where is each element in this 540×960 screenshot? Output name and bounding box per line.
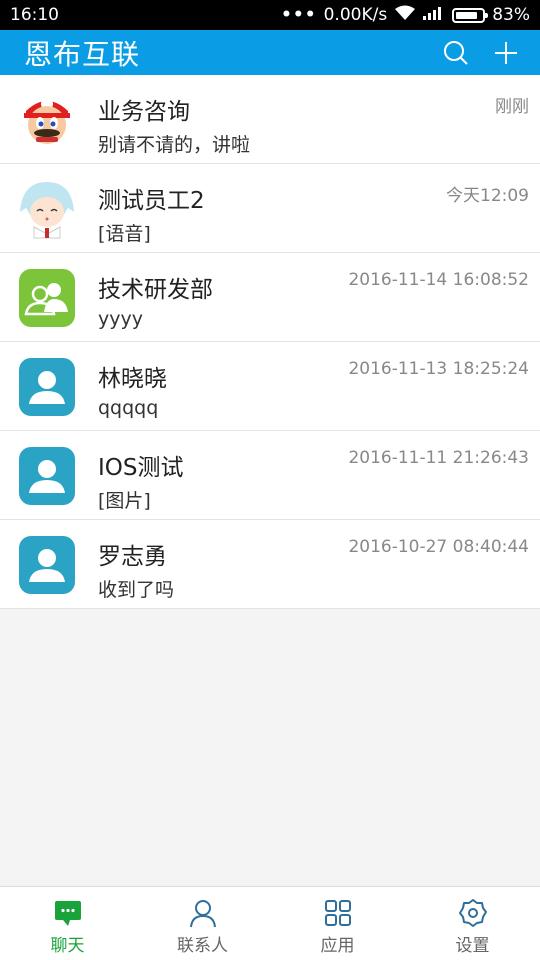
chat-preview: 收到了吗 xyxy=(98,579,175,601)
plus-icon[interactable] xyxy=(492,39,520,67)
chat-item[interactable]: 技术研发部 2016-11-14 16:08:52 yyyy xyxy=(0,253,540,342)
chat-preview: [图片] xyxy=(98,490,151,512)
settings-icon xyxy=(457,897,489,929)
app-title: 恩布互联 xyxy=(24,37,141,71)
status-bar: 16:10 ••• 0.00K/s 83% xyxy=(0,0,540,30)
app-bar-actions xyxy=(442,39,520,67)
chat-preview: yyyy xyxy=(98,308,143,330)
status-indicators: ••• 0.00K/s 83% xyxy=(281,5,530,26)
chat-item[interactable]: 测试员工2 今天12:09 [语音] xyxy=(0,164,540,253)
chat-time: 2016-11-13 18:25:24 xyxy=(348,359,529,379)
chat-item[interactable]: 林晓晓 2016-11-13 18:25:24 qqqqq xyxy=(0,342,540,431)
tab-label: 应用 xyxy=(320,936,355,956)
person-avatar xyxy=(16,356,78,418)
tab-apps[interactable]: 应用 xyxy=(270,887,405,960)
chat-time: 刚刚 xyxy=(495,97,529,117)
chat-time: 2016-11-11 21:26:43 xyxy=(348,448,529,468)
wifi-icon xyxy=(394,5,416,26)
tab-chat[interactable]: 聊天 xyxy=(0,887,135,960)
chat-name: 技术研发部 xyxy=(98,277,213,303)
anime-avatar xyxy=(16,178,78,240)
tab-label: 聊天 xyxy=(50,936,85,956)
chat-name: 测试员工2 xyxy=(98,188,205,214)
chat-icon xyxy=(52,897,84,929)
search-icon[interactable] xyxy=(442,39,470,67)
battery-percent: 83% xyxy=(492,5,530,25)
chat-item[interactable]: IOS测试 2016-11-11 21:26:43 [图片] xyxy=(0,431,540,520)
chat-preview: 别请不请的，讲啦 xyxy=(98,134,251,156)
app-bar: 恩布互联 xyxy=(0,30,540,75)
status-time: 16:10 xyxy=(10,5,59,25)
apps-icon xyxy=(322,897,354,929)
chat-list: 业务咨询 刚刚 别请不请的，讲啦 测试员工2 今天12:09 [语音] 技术研发… xyxy=(0,75,540,609)
chat-preview: qqqqq xyxy=(98,397,159,419)
chat-preview: [语音] xyxy=(98,223,151,245)
tab-label: 联系人 xyxy=(177,936,228,956)
signal-icon xyxy=(423,5,445,25)
chat-name: 业务咨询 xyxy=(98,99,190,125)
chat-time: 今天12:09 xyxy=(446,186,529,206)
mario-avatar xyxy=(16,89,78,151)
person-avatar xyxy=(16,445,78,507)
chat-name: IOS测试 xyxy=(98,455,184,481)
chat-item[interactable]: 罗志勇 2016-10-27 08:40:44 收到了吗 xyxy=(0,520,540,609)
dots-icon: ••• xyxy=(281,5,317,25)
tab-contacts[interactable]: 联系人 xyxy=(135,887,270,960)
bottom-tab-bar: 聊天 联系人 应用 设置 xyxy=(0,886,540,960)
chat-item[interactable]: 业务咨询 刚刚 别请不请的，讲啦 xyxy=(0,75,540,164)
chat-name: 罗志勇 xyxy=(98,544,167,570)
network-speed: 0.00K/s xyxy=(323,5,388,25)
chat-name: 林晓晓 xyxy=(98,366,167,392)
person-avatar xyxy=(16,534,78,596)
battery-icon xyxy=(452,7,489,23)
contacts-icon xyxy=(187,897,219,929)
chat-time: 2016-10-27 08:40:44 xyxy=(348,537,529,557)
chat-time: 2016-11-14 16:08:52 xyxy=(348,270,529,290)
tab-settings[interactable]: 设置 xyxy=(405,887,540,960)
group-avatar xyxy=(16,267,78,329)
tab-label: 设置 xyxy=(455,936,490,956)
